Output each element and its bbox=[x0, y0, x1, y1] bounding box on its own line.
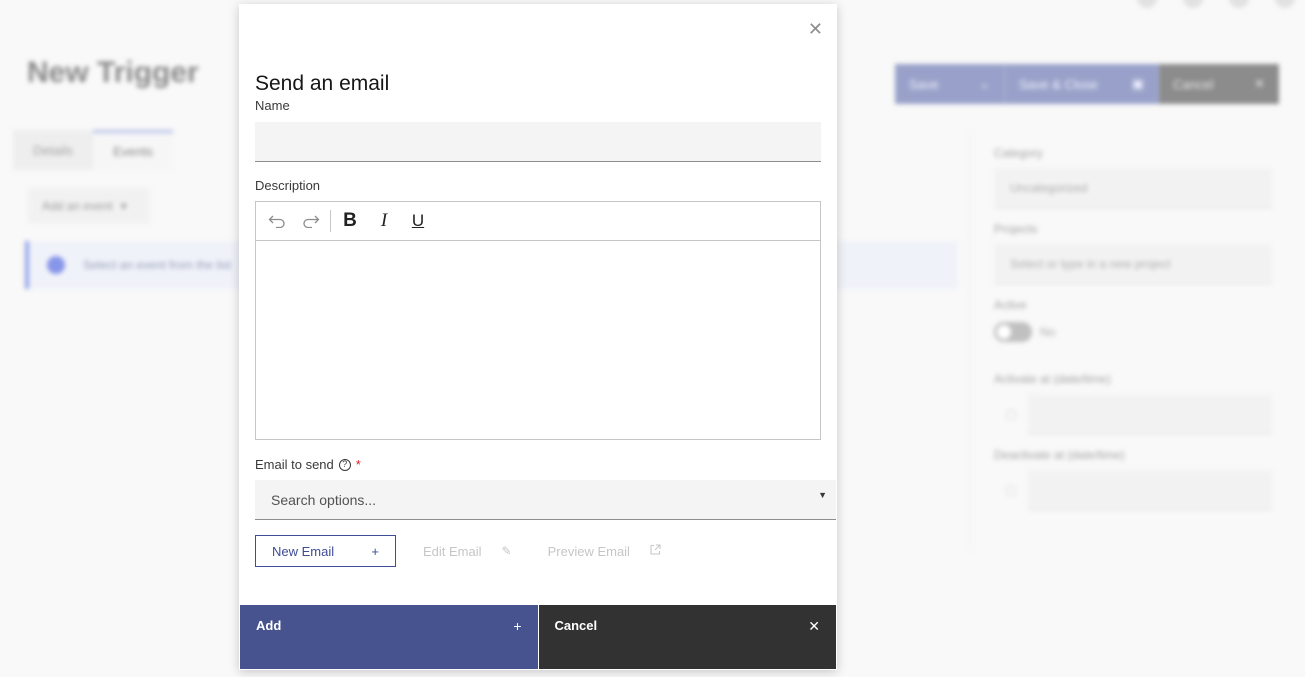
undo-icon[interactable] bbox=[260, 206, 294, 236]
preview-email-button[interactable]: Preview Email bbox=[532, 535, 673, 567]
description-editor: B I U bbox=[255, 201, 821, 440]
name-input[interactable] bbox=[255, 122, 821, 162]
email-to-send-label: Email to send bbox=[255, 457, 334, 472]
email-select-placeholder: Search options... bbox=[271, 491, 377, 508]
edit-email-label: Edit Email bbox=[423, 543, 482, 559]
plus-icon: + bbox=[371, 543, 379, 559]
caret-down-icon: ▼ bbox=[818, 490, 827, 500]
email-select[interactable]: Search options... ▼ bbox=[255, 480, 836, 520]
pencil-icon: ✎ bbox=[501, 544, 512, 558]
email-to-send-label-row: Email to send ? * bbox=[255, 457, 361, 472]
new-email-button[interactable]: New Email + bbox=[255, 535, 396, 567]
toolbar-divider bbox=[330, 210, 331, 232]
cancel-button[interactable]: Cancel ✕ bbox=[538, 605, 836, 669]
name-label: Name bbox=[255, 98, 290, 113]
new-email-label: New Email bbox=[272, 543, 335, 559]
redo-icon[interactable] bbox=[294, 206, 328, 236]
cancel-label: Cancel bbox=[554, 618, 598, 633]
close-icon: ✕ bbox=[808, 618, 820, 634]
description-label: Description bbox=[255, 178, 321, 193]
required-marker: * bbox=[355, 457, 361, 472]
edit-email-button[interactable]: Edit Email ✎ bbox=[407, 535, 524, 567]
modal-footer: Add + Cancel ✕ bbox=[240, 605, 836, 669]
preview-email-label: Preview Email bbox=[547, 543, 630, 559]
modal-title: Send an email bbox=[255, 72, 390, 95]
description-textarea[interactable] bbox=[256, 241, 820, 439]
close-icon[interactable]: ✕ bbox=[808, 20, 823, 38]
email-actions: New Email + Edit Email ✎ Preview Email bbox=[255, 535, 673, 567]
help-icon[interactable]: ? bbox=[338, 458, 351, 471]
send-email-modal: ✕ Send an email Name Description B I U E… bbox=[239, 4, 837, 670]
plus-icon: + bbox=[513, 618, 522, 634]
bold-icon[interactable]: B bbox=[333, 206, 367, 236]
underline-icon[interactable]: U bbox=[401, 206, 435, 236]
external-link-icon bbox=[650, 544, 661, 558]
italic-icon[interactable]: I bbox=[367, 206, 401, 236]
add-label: Add bbox=[256, 618, 282, 633]
add-button[interactable]: Add + bbox=[240, 605, 539, 669]
editor-toolbar: B I U bbox=[256, 202, 820, 241]
